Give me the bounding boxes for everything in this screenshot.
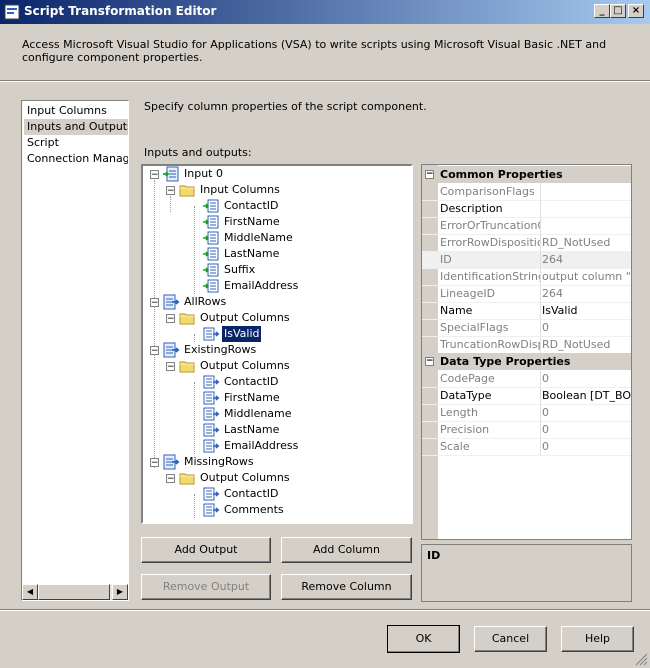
property-row[interactable]: DataTypeBoolean [DT_BOOL] — [422, 387, 631, 405]
nav-list[interactable]: Input Columns Inputs and Outputs Script … — [21, 100, 129, 601]
output-column-icon — [203, 406, 219, 422]
header-divider — [0, 80, 650, 82]
output-icon — [163, 454, 179, 470]
input-column-icon — [203, 198, 219, 214]
collapse-toggle-icon[interactable]: − — [150, 458, 159, 468]
minimize-button[interactable]: _ — [594, 4, 610, 18]
property-row[interactable]: CodePage 0 — [422, 370, 631, 388]
output-column-icon — [203, 438, 219, 454]
tree-line — [194, 334, 195, 342]
collapse-toggle-icon[interactable]: − — [166, 362, 175, 372]
instruction-text: Specify column properties of the script … — [144, 100, 427, 113]
property-row[interactable]: TruncationRowDispositionRD_NotUsed — [422, 336, 631, 354]
title-bar: Script Transformation Editor — [0, 0, 650, 24]
remove-output-button[interactable]: Remove Output — [141, 574, 271, 600]
input-column-icon — [203, 262, 219, 278]
collapse-toggle-icon[interactable]: − — [150, 298, 159, 308]
scroll-right-icon[interactable]: ▶ — [112, 584, 128, 600]
close-button[interactable]: × — [628, 4, 644, 18]
output-column-icon — [203, 486, 219, 502]
output-column-icon — [203, 374, 219, 390]
folder-icon — [179, 310, 195, 326]
collapse-category-icon[interactable]: − — [425, 170, 434, 179]
help-button[interactable]: Help — [561, 626, 634, 652]
property-row[interactable]: Scale 0 — [422, 438, 631, 456]
tree-label: Inputs and outputs: — [144, 146, 252, 159]
collapse-toggle-icon[interactable]: − — [150, 170, 159, 180]
tree-line — [194, 494, 195, 518]
input-icon — [163, 166, 179, 182]
output-column-icon — [203, 326, 219, 342]
property-description-pane: ID — [421, 544, 632, 602]
remove-column-button[interactable]: Remove Column — [281, 574, 412, 600]
property-row[interactable]: Description — [422, 200, 631, 218]
property-row[interactable]: ErrorOrTruncationOperation — [422, 217, 631, 235]
property-row[interactable]: Precision 0 — [422, 421, 631, 439]
property-row-selected[interactable]: ID 264 — [422, 251, 631, 269]
folder-icon — [179, 470, 195, 486]
resize-grip-icon[interactable] — [634, 652, 648, 666]
nav-horizontal-scrollbar[interactable]: ◀ ▶ — [22, 584, 128, 600]
ok-button[interactable]: OK — [387, 625, 460, 653]
output-column-icon — [203, 422, 219, 438]
property-row[interactable]: Length 0 — [422, 404, 631, 422]
property-row[interactable]: ErrorRowDisposition RD_NotUsed — [422, 234, 631, 252]
add-column-button[interactable]: Add Column — [281, 537, 412, 563]
cancel-button[interactable]: Cancel — [474, 626, 547, 652]
tree-line — [194, 382, 195, 454]
nav-item-connection-managers[interactable]: Connection Managers — [24, 151, 128, 167]
category-data-type-properties[interactable]: − Data Type Properties — [422, 353, 631, 370]
collapse-toggle-icon[interactable]: − — [166, 474, 175, 484]
tree-line — [154, 180, 155, 468]
property-row[interactable]: LineageID 264 — [422, 285, 631, 303]
collapse-toggle-icon[interactable]: − — [150, 346, 159, 356]
output-icon — [163, 294, 179, 310]
add-output-button[interactable]: Add Output — [141, 537, 271, 563]
collapse-toggle-icon[interactable]: − — [166, 314, 175, 324]
input-column-icon — [203, 214, 219, 230]
app-icon — [4, 4, 20, 20]
inputs-outputs-tree[interactable]: − Input 0 − Input Columns ContactID Firs… — [141, 164, 413, 524]
property-description-title: ID — [427, 549, 441, 562]
scroll-left-icon[interactable]: ◀ — [22, 584, 38, 600]
property-row[interactable]: IdentificationStringoutput column "IsVal… — [422, 268, 631, 286]
category-common-properties[interactable]: − Common Properties — [422, 166, 631, 183]
property-row[interactable]: Name IsValid — [422, 302, 631, 320]
collapse-category-icon[interactable]: − — [425, 357, 434, 366]
property-row[interactable]: SpecialFlags 0 — [422, 319, 631, 337]
nav-item-script[interactable]: Script — [24, 135, 62, 151]
window-title: Script Transformation Editor — [24, 4, 217, 18]
scroll-thumb[interactable] — [38, 584, 110, 600]
property-grid[interactable]: − Common Properties ComparisonFlags Desc… — [421, 164, 632, 540]
footer-divider — [0, 609, 650, 611]
folder-icon — [179, 182, 195, 198]
output-icon — [163, 342, 179, 358]
property-row[interactable]: ComparisonFlags — [422, 183, 631, 201]
output-column-icon — [203, 502, 219, 518]
nav-item-input-columns[interactable]: Input Columns — [24, 103, 110, 119]
nav-item-inputs-and-outputs[interactable]: Inputs and Outputs — [24, 119, 128, 135]
input-column-icon — [203, 278, 219, 294]
maximize-button[interactable]: □ — [610, 4, 626, 18]
tree-line — [170, 196, 171, 212]
input-column-icon — [203, 246, 219, 262]
folder-icon — [179, 358, 195, 374]
output-column-icon — [203, 390, 219, 406]
collapse-toggle-icon[interactable]: − — [166, 186, 175, 196]
tree-line — [194, 206, 195, 294]
dialog-description: Access Microsoft Visual Studio for Appli… — [22, 38, 607, 64]
input-column-icon — [203, 230, 219, 246]
